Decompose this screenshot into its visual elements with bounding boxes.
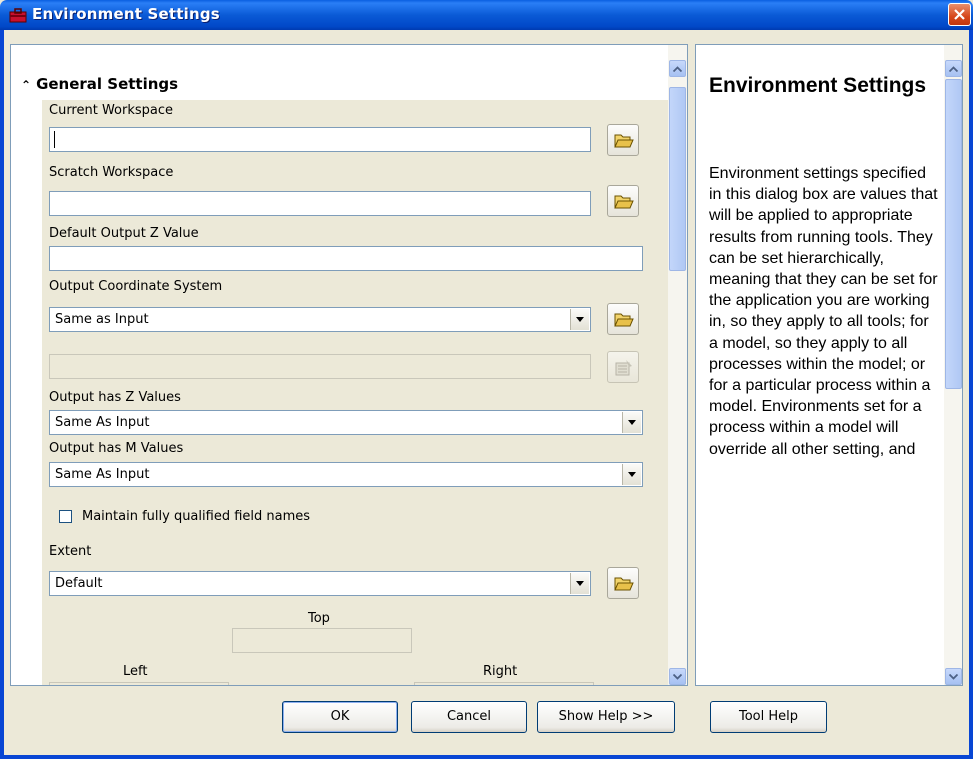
has-z-dropdown-button[interactable] (622, 412, 641, 433)
help-title: Environment Settings (709, 74, 927, 97)
scratch-workspace-label: Scratch Workspace (49, 165, 174, 180)
extent-select[interactable]: Default (49, 571, 591, 596)
general-settings-header[interactable]: ⌃ General Settings (21, 75, 178, 93)
chevron-up-icon (949, 66, 958, 72)
open-folder-icon (614, 577, 634, 591)
help-scroll-down-button[interactable] (945, 668, 962, 685)
chevron-down-icon (628, 420, 636, 425)
window-frame-left (0, 30, 4, 759)
tool-help-button[interactable]: Tool Help (710, 701, 827, 733)
show-help-button[interactable]: Show Help >> (537, 701, 675, 733)
coord-system-label: Output Coordinate System (49, 279, 223, 294)
has-m-select[interactable]: Same As Input (49, 462, 643, 487)
spatial-reference-properties-icon (615, 360, 632, 376)
settings-scrollbar[interactable] (668, 45, 687, 685)
chevron-up-icon (673, 66, 682, 72)
toolbox-icon (9, 8, 27, 23)
scratch-workspace-input[interactable] (49, 191, 591, 216)
title-bar: Environment Settings (0, 0, 973, 30)
scroll-thumb[interactable] (669, 87, 686, 271)
chevron-down-icon (949, 674, 958, 680)
help-pane: Environment Settings Environment setting… (695, 44, 963, 686)
help-scroll-up-button[interactable] (945, 60, 962, 77)
browse-current-workspace-button[interactable] (607, 124, 639, 156)
chevron-down-icon (673, 674, 682, 680)
help-scroll-thumb[interactable] (945, 79, 962, 389)
has-z-select[interactable]: Same As Input (49, 410, 643, 435)
default-z-label: Default Output Z Value (49, 226, 199, 241)
open-folder-icon (614, 195, 634, 209)
qualified-field-names-label: Maintain fully qualified field names (82, 509, 311, 524)
coord-system-detail-field (49, 354, 591, 379)
close-button[interactable] (948, 3, 971, 26)
open-folder-icon (614, 313, 634, 327)
extent-value: Default (55, 576, 103, 591)
extent-right-label: Right (483, 664, 518, 679)
has-z-label: Output has Z Values (49, 390, 181, 405)
has-m-label: Output has M Values (49, 441, 184, 456)
coord-system-properties-button (607, 351, 639, 383)
extent-left-input (49, 682, 229, 685)
chevron-down-icon (576, 317, 584, 322)
text-caret (54, 131, 55, 148)
browse-scratch-workspace-button[interactable] (607, 185, 639, 217)
coord-system-value: Same as Input (55, 312, 149, 327)
settings-area: ⌃ General Settings Current Workspace Scra… (11, 45, 669, 685)
extent-left-label: Left (123, 664, 148, 679)
ok-button[interactable]: OK (282, 701, 398, 733)
has-m-dropdown-button[interactable] (622, 464, 641, 485)
has-z-value: Same As Input (55, 415, 150, 430)
window-frame-bottom (0, 755, 973, 759)
scroll-down-button[interactable] (669, 668, 686, 685)
browse-coord-system-button[interactable] (607, 303, 639, 335)
collapse-icon: ⌃ (21, 78, 32, 92)
coord-system-dropdown-button[interactable] (570, 309, 589, 330)
section-title: General Settings (36, 75, 179, 93)
window-title: Environment Settings (32, 5, 220, 23)
extent-label: Extent (49, 544, 92, 559)
cancel-button[interactable]: Cancel (411, 701, 527, 733)
has-m-value: Same As Input (55, 467, 150, 482)
qualified-field-names-checkbox[interactable] (59, 510, 72, 523)
chevron-down-icon (576, 581, 584, 586)
extent-right-input (414, 682, 594, 685)
coord-system-select[interactable]: Same as Input (49, 307, 591, 332)
settings-pane: ⌃ General Settings Current Workspace Scra… (10, 44, 688, 686)
default-z-input[interactable] (49, 246, 643, 271)
help-scrollbar[interactable] (944, 45, 962, 685)
chevron-down-icon (628, 472, 636, 477)
window-frame-right (969, 30, 973, 759)
browse-extent-button[interactable] (607, 567, 639, 599)
current-workspace-label: Current Workspace (49, 103, 174, 118)
current-workspace-input[interactable] (49, 127, 591, 152)
extent-top-label: Top (308, 611, 330, 626)
extent-dropdown-button[interactable] (570, 573, 589, 594)
help-body: Environment settings specified in this d… (709, 165, 938, 458)
open-folder-icon (614, 134, 634, 148)
extent-top-input (232, 628, 412, 653)
scroll-up-button[interactable] (669, 60, 686, 77)
close-icon (954, 9, 965, 20)
